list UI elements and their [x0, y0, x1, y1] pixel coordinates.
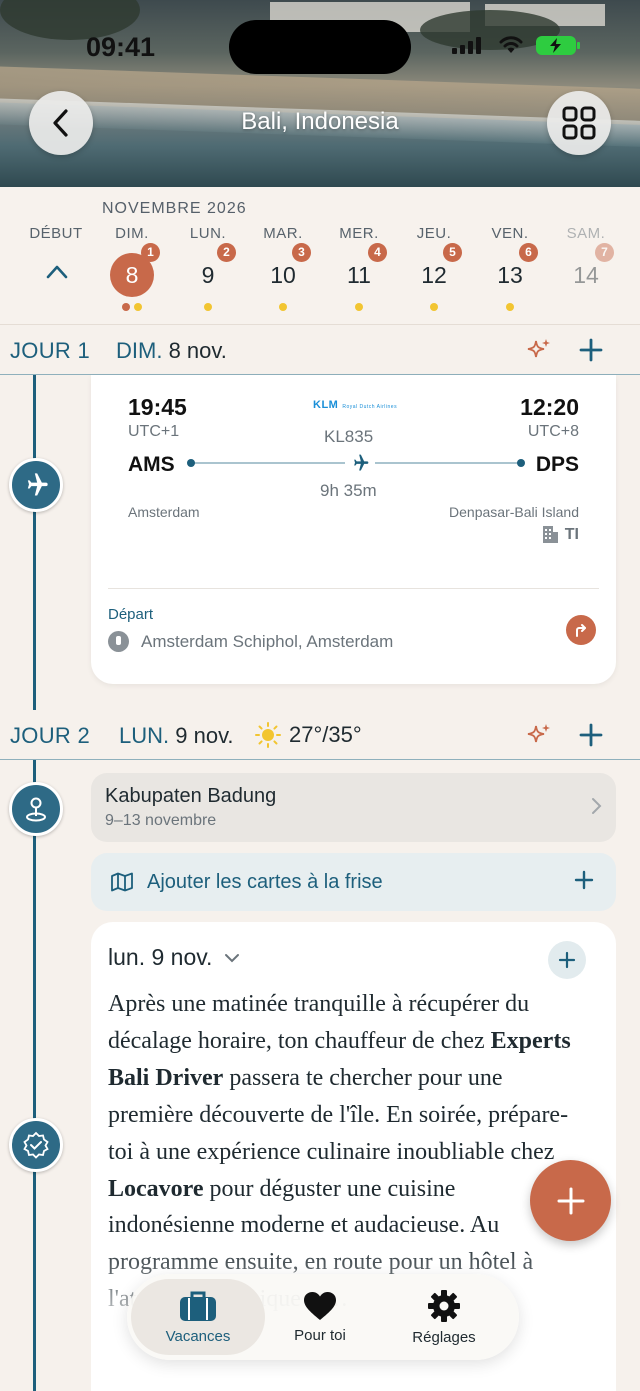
add-maps-button[interactable]: Ajouter les cartes à la frise [91, 853, 616, 911]
chevron-right-icon [592, 798, 602, 814]
terminal: TI [542, 525, 579, 544]
add-icon [574, 870, 594, 890]
dynamic-island [229, 20, 411, 74]
tab-vacances[interactable]: Vacances [131, 1279, 265, 1355]
add-icon [557, 1187, 584, 1214]
stay-dates: 9–13 novembre [105, 812, 217, 829]
day-label: JOUR 1 [10, 338, 91, 363]
calendar-day[interactable]: LUN. 92 [178, 225, 238, 311]
timeline-line [33, 760, 36, 1391]
day-date: LUN. 9 nov. [119, 723, 234, 748]
calendar-strip: NOVEMBRE 2026 DÉBUT DIM. 81 LUN. 92 MAR.… [0, 187, 640, 325]
add-icon[interactable] [578, 722, 604, 748]
calendar-day[interactable]: VEN. 13 6 [480, 225, 540, 311]
sparkle-icon[interactable] [526, 337, 552, 363]
departure-city: Amsterdam [128, 504, 200, 520]
directions-button[interactable] [566, 615, 596, 645]
signal-icon [452, 36, 481, 54]
flight-duration: 9h 35m [320, 481, 377, 500]
departure-label: Départ [108, 606, 154, 623]
day-header: JOUR 1 DIM. 8 nov. [0, 325, 640, 375]
departure-place: Amsterdam Schiphol, Amsterdam [108, 631, 393, 652]
suitcase-icon [180, 1291, 216, 1321]
start-label: DÉBUT [29, 225, 83, 242]
day-badge: 1 [141, 243, 160, 262]
stay-row[interactable]: Kabupaten Badung 9–13 novembre [91, 773, 616, 842]
battery-icon [536, 36, 580, 55]
tab-bar: Vacances Pour toi Réglages [127, 1274, 519, 1360]
status-time: 09:41 [86, 32, 156, 62]
add-floating-button[interactable] [530, 1160, 611, 1241]
note-date-dropdown[interactable]: lun. 9 nov. [108, 944, 240, 971]
wifi-icon [499, 36, 523, 53]
page-title: Bali, Indonesia [241, 108, 399, 135]
calendar-start[interactable]: DÉBUT [26, 225, 86, 245]
verified-badge-icon [23, 1131, 49, 1159]
day-label: JOUR 2 [10, 723, 91, 748]
weather: 27°/35° [255, 722, 362, 748]
arrival-timezone: UTC+8 [527, 423, 579, 440]
day-badge: 6 [519, 243, 538, 262]
day-date: DIM. 8 nov. [116, 338, 227, 363]
building-icon [542, 526, 558, 543]
departure-timezone: UTC+1 [128, 423, 180, 440]
timeline-verified-node [9, 1118, 63, 1172]
map-pin-icon [26, 797, 46, 822]
add-icon[interactable] [578, 337, 604, 363]
arrival-time: 12:20 [520, 394, 579, 420]
note-add-button[interactable] [548, 941, 586, 979]
location-pin-icon [108, 631, 129, 652]
flight-card[interactable]: 19:45 UTC+1 12:20 UTC+8 KLM Royal Dutch A… [91, 375, 616, 684]
plane-icon [345, 453, 375, 473]
day-badge: 3 [292, 243, 311, 262]
airline-logo: KLM Royal Dutch Airlines [313, 399, 398, 411]
sparkle-icon[interactable] [526, 722, 552, 748]
gear-icon [428, 1289, 460, 1322]
day-badge: 5 [443, 243, 462, 262]
chevron-down-icon [225, 953, 240, 962]
stay-name: Kabupaten Badung [105, 785, 277, 807]
sun-icon [255, 722, 281, 748]
tab-pour-toi[interactable]: Pour toi [255, 1274, 385, 1360]
calendar-day[interactable]: SAM. 14 7 [556, 225, 616, 297]
timeline-location-node [9, 782, 63, 836]
tab-reglages[interactable]: Réglages [379, 1274, 509, 1360]
calendar-day[interactable]: MER. 11 4 [329, 225, 389, 311]
arrival-city: Denpasar-Bali Island [449, 504, 579, 520]
day-badge: 4 [368, 243, 387, 262]
calendar-day[interactable]: MAR. 10 3 [253, 225, 313, 311]
departure-time: 19:45 [128, 394, 187, 420]
plane-icon [27, 473, 48, 496]
turn-right-icon [576, 624, 586, 637]
timeline-line [33, 375, 36, 710]
calendar-day[interactable]: DIM. 81 [102, 225, 162, 311]
timeline-flight-node [9, 458, 63, 512]
day-badge: 2 [217, 243, 236, 262]
grid-view-button[interactable] [547, 91, 611, 155]
day-header: JOUR 2 LUN. 9 nov. 27°/35° [0, 710, 640, 760]
map-icon [111, 872, 133, 892]
arrival-code: DPS [535, 453, 579, 476]
calendar-day[interactable]: JEU. 12 5 [404, 225, 464, 311]
flight-number: KL835 [324, 427, 374, 446]
heart-icon [304, 1291, 336, 1320]
day-badge: 7 [595, 243, 614, 262]
grid-icon [562, 106, 596, 140]
chevron-up-icon[interactable] [46, 264, 68, 280]
calendar-month: NOVEMBRE 2026 [102, 200, 247, 217]
departure-code: AMS [128, 453, 175, 476]
add-icon [558, 951, 576, 969]
